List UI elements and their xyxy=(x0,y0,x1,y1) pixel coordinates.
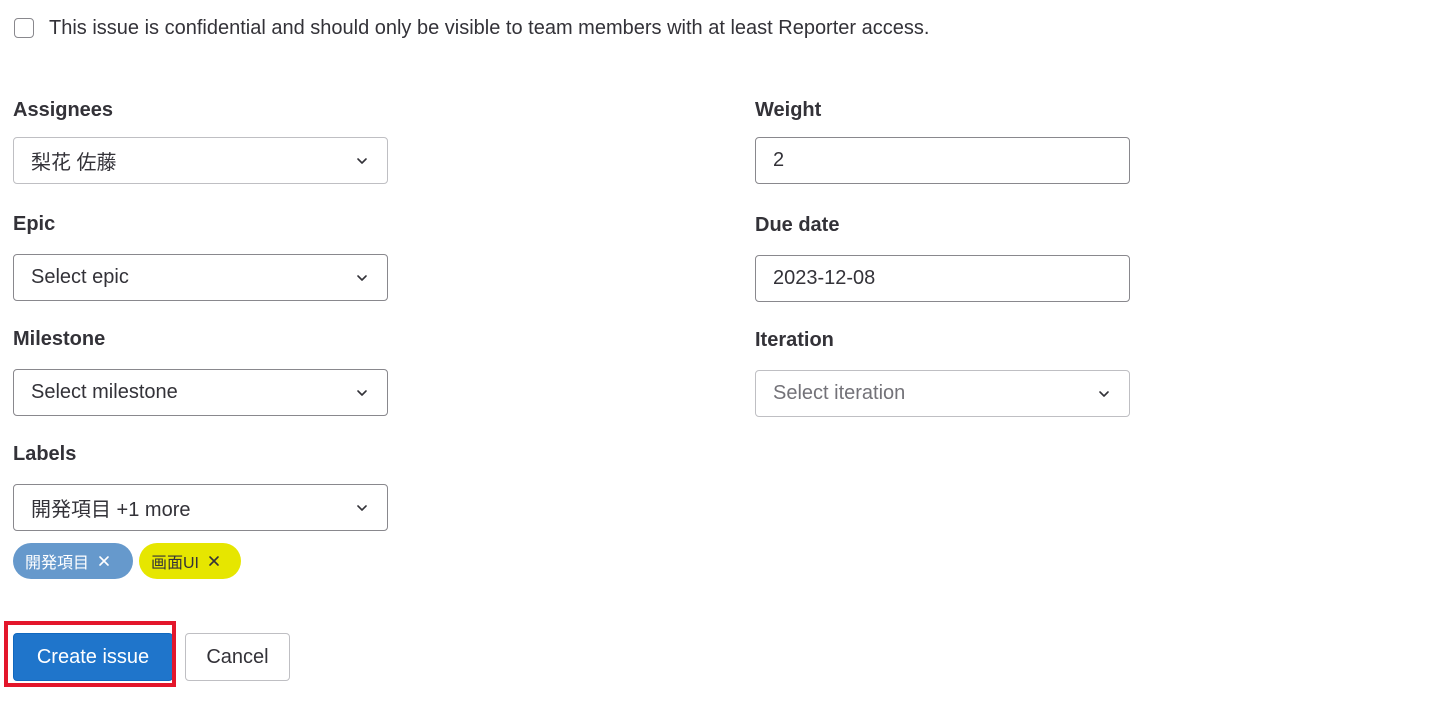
labels-dropdown[interactable]: 開発項目 +1 more xyxy=(13,484,388,531)
label-token: 開発項目 xyxy=(13,543,133,579)
create-issue-button[interactable]: Create issue xyxy=(13,633,173,681)
due-date-input[interactable]: 2023-12-08 xyxy=(755,255,1130,302)
iteration-value: Select iteration xyxy=(773,382,906,404)
form-actions: Create issue Cancel xyxy=(13,633,290,681)
label-token-text: 開発項目 xyxy=(25,555,90,572)
due-date-label: Due date xyxy=(755,214,840,236)
milestone-group: Milestone Select milestone xyxy=(13,325,388,416)
close-icon[interactable] xyxy=(97,554,111,568)
weight-value: 2 xyxy=(773,149,785,171)
milestone-value: Select milestone xyxy=(31,381,178,403)
assignees-dropdown[interactable]: 梨花 佐藤 xyxy=(13,137,388,184)
iteration-group: Iteration Select iteration xyxy=(755,326,1130,417)
weight-input[interactable]: 2 xyxy=(755,137,1130,184)
epic-label: Epic xyxy=(13,213,56,235)
chevron-down-icon xyxy=(357,504,367,511)
label-token: 画面UI xyxy=(139,543,241,579)
selected-labels: 開発項目 画面UI xyxy=(13,543,241,579)
label-token-text: 画面UI xyxy=(151,555,200,572)
cancel-button[interactable]: Cancel xyxy=(185,633,290,681)
epic-dropdown[interactable]: Select epic xyxy=(13,254,388,301)
confidential-row: This issue is confidential and should on… xyxy=(14,16,929,40)
iteration-label: Iteration xyxy=(755,329,834,351)
assignees-group: Assignees 梨花 佐藤 xyxy=(13,96,388,184)
labels-group: Labels 開発項目 +1 more xyxy=(13,440,388,531)
iteration-dropdown[interactable]: Select iteration xyxy=(755,370,1130,417)
assignees-label: Assignees xyxy=(13,99,114,121)
labels-label: Labels xyxy=(13,443,77,465)
due-date-value: 2023-12-08 xyxy=(773,267,876,289)
epic-value: Select epic xyxy=(31,266,129,288)
milestone-label: Milestone xyxy=(13,328,106,350)
close-icon[interactable] xyxy=(207,554,221,568)
chevron-down-icon xyxy=(357,274,367,281)
assignees-value: 梨花 佐藤 xyxy=(31,152,117,174)
labels-value: 開発項目 +1 more xyxy=(31,499,191,521)
chevron-down-icon xyxy=(357,157,367,164)
chevron-down-icon xyxy=(357,389,367,396)
confidential-checkbox[interactable] xyxy=(14,18,34,38)
epic-group: Epic Select epic xyxy=(13,210,388,301)
weight-label: Weight xyxy=(755,99,822,121)
chevron-down-icon xyxy=(1099,390,1109,397)
confidential-label: This issue is confidential and should on… xyxy=(49,16,930,39)
due-date-group: Due date 2023-12-08 xyxy=(755,211,1130,302)
weight-group: Weight 2 xyxy=(755,96,1130,184)
milestone-dropdown[interactable]: Select milestone xyxy=(13,369,388,416)
